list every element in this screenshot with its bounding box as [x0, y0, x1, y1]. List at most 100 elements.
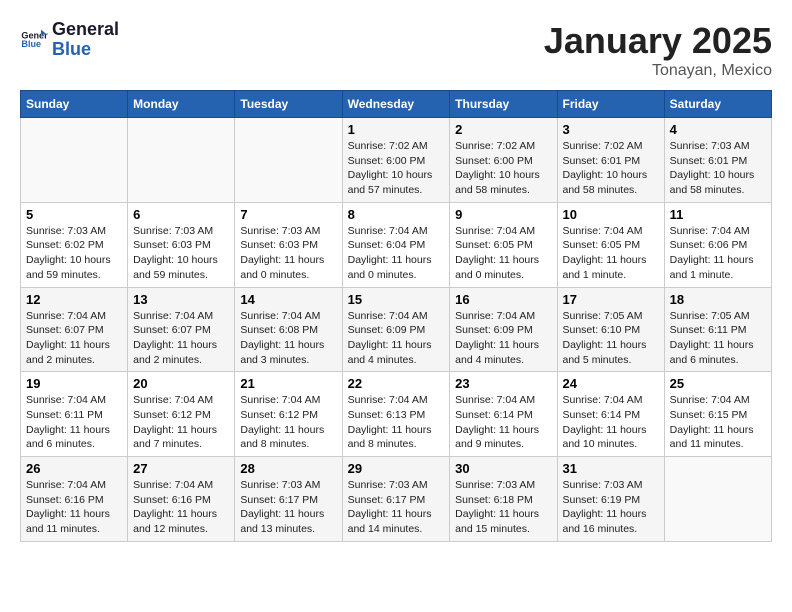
day-info: Sunrise: 7:03 AMSunset: 6:01 PMDaylight:…: [670, 139, 766, 198]
day-info: Sunrise: 7:04 AMSunset: 6:05 PMDaylight:…: [563, 224, 659, 283]
day-number: 5: [26, 207, 122, 222]
calendar-cell: 29Sunrise: 7:03 AMSunset: 6:17 PMDayligh…: [342, 457, 450, 542]
day-info: Sunrise: 7:04 AMSunset: 6:11 PMDaylight:…: [26, 393, 122, 452]
day-info: Sunrise: 7:04 AMSunset: 6:14 PMDaylight:…: [455, 393, 551, 452]
day-number: 9: [455, 207, 551, 222]
day-number: 22: [348, 376, 445, 391]
calendar-cell: 24 Sunrise: 7:04 AMSunset: 6:14 PMDayligh…: [557, 372, 664, 457]
calendar-cell: 6 Sunrise: 7:03 AMSunset: 6:03 PMDaylight…: [128, 202, 235, 287]
day-number: 18: [670, 292, 766, 307]
calendar-cell: 4 Sunrise: 7:03 AMSunset: 6:01 PMDaylight…: [664, 118, 771, 203]
calendar-cell: 13 Sunrise: 7:04 AMSunset: 6:07 PMDayligh…: [128, 287, 235, 372]
day-info: Sunrise: 7:04 AMSunset: 6:04 PMDaylight:…: [348, 224, 445, 283]
calendar-cell: 5 Sunrise: 7:03 AMSunset: 6:02 PMDaylight…: [21, 202, 128, 287]
day-info: Sunrise: 7:03 AMSunset: 6:02 PMDaylight:…: [26, 224, 122, 283]
day-info: Sunrise: 7:04 AMSunset: 6:14 PMDaylight:…: [563, 393, 659, 452]
calendar-cell: [21, 118, 128, 203]
day-number: 8: [348, 207, 445, 222]
day-info: Sunrise: 7:05 AMSunset: 6:11 PMDaylight:…: [670, 309, 766, 368]
calendar-cell: 21Sunrise: 7:04 AMSunset: 6:12 PMDayligh…: [235, 372, 342, 457]
day-info: Sunrise: 7:03 AMSunset: 6:03 PMDaylight:…: [133, 224, 229, 283]
day-number: 3: [563, 122, 659, 137]
calendar-week-row-3: 19Sunrise: 7:04 AMSunset: 6:11 PMDayligh…: [21, 372, 772, 457]
calendar-cell: 18 Sunrise: 7:05 AMSunset: 6:11 PMDayligh…: [664, 287, 771, 372]
day-info: Sunrise: 7:03 AMSunset: 6:18 PMDaylight:…: [455, 478, 551, 537]
day-info: Sunrise: 7:04 AMSunset: 6:09 PMDaylight:…: [455, 309, 551, 368]
day-info: Sunrise: 7:05 AMSunset: 6:10 PMDaylight:…: [563, 309, 659, 368]
calendar-cell: 30 Sunrise: 7:03 AMSunset: 6:18 PMDayligh…: [450, 457, 557, 542]
day-info: Sunrise: 7:02 AMSunset: 6:00 PMDaylight:…: [348, 139, 445, 198]
day-info: Sunrise: 7:04 AMSunset: 6:16 PMDaylight:…: [26, 478, 122, 537]
weekday-header-sunday: Sunday: [21, 91, 128, 118]
calendar-cell: 26 Sunrise: 7:04 AMSunset: 6:16 PMDayligh…: [21, 457, 128, 542]
day-info: Sunrise: 7:04 AMSunset: 6:07 PMDaylight:…: [26, 309, 122, 368]
day-info: Sunrise: 7:04 AMSunset: 6:12 PMDaylight:…: [240, 393, 336, 452]
calendar-cell: [235, 118, 342, 203]
weekday-header-thursday: Thursday: [450, 91, 557, 118]
calendar-cell: 10 Sunrise: 7:04 AMSunset: 6:05 PMDayligh…: [557, 202, 664, 287]
calendar-cell: 14Sunrise: 7:04 AMSunset: 6:08 PMDayligh…: [235, 287, 342, 372]
day-info: Sunrise: 7:04 AMSunset: 6:07 PMDaylight:…: [133, 309, 229, 368]
calendar-cell: 17 Sunrise: 7:05 AMSunset: 6:10 PMDayligh…: [557, 287, 664, 372]
location: Tonayan, Mexico: [544, 62, 772, 80]
day-number: 7: [240, 207, 336, 222]
day-number: 15: [348, 292, 445, 307]
weekday-header-monday: Monday: [128, 91, 235, 118]
day-number: 27: [133, 461, 229, 476]
calendar-cell: 31 Sunrise: 7:03 AMSunset: 6:19 PMDayligh…: [557, 457, 664, 542]
calendar-week-row-0: 1 Sunrise: 7:02 AMSunset: 6:00 PMDaylight…: [21, 118, 772, 203]
calendar-cell: 9 Sunrise: 7:04 AMSunset: 6:05 PMDaylight…: [450, 202, 557, 287]
weekday-header-saturday: Saturday: [664, 91, 771, 118]
day-info: Sunrise: 7:03 AMSunset: 6:17 PMDaylight:…: [348, 478, 445, 537]
day-number: 6: [133, 207, 229, 222]
calendar-cell: 7Sunrise: 7:03 AMSunset: 6:03 PMDaylight…: [235, 202, 342, 287]
logo-text-blue: Blue: [52, 40, 119, 60]
calendar-cell: 1 Sunrise: 7:02 AMSunset: 6:00 PMDaylight…: [342, 118, 450, 203]
day-number: 4: [670, 122, 766, 137]
day-info: Sunrise: 7:02 AMSunset: 6:00 PMDaylight:…: [455, 139, 551, 198]
calendar: SundayMondayTuesdayWednesdayThursdayFrid…: [20, 90, 772, 542]
calendar-cell: [128, 118, 235, 203]
day-info: Sunrise: 7:04 AMSunset: 6:16 PMDaylight:…: [133, 478, 229, 537]
calendar-cell: 20 Sunrise: 7:04 AMSunset: 6:12 PMDayligh…: [128, 372, 235, 457]
day-number: 25: [670, 376, 766, 391]
weekday-header-friday: Friday: [557, 91, 664, 118]
day-info: Sunrise: 7:04 AMSunset: 6:12 PMDaylight:…: [133, 393, 229, 452]
day-number: 20: [133, 376, 229, 391]
day-number: 17: [563, 292, 659, 307]
logo-icon: General Blue: [20, 26, 48, 54]
calendar-cell: 2Sunrise: 7:02 AMSunset: 6:00 PMDaylight…: [450, 118, 557, 203]
logo: General Blue General Blue: [20, 20, 119, 60]
day-number: 26: [26, 461, 122, 476]
calendar-cell: 11Sunrise: 7:04 AMSunset: 6:06 PMDayligh…: [664, 202, 771, 287]
calendar-cell: 16 Sunrise: 7:04 AMSunset: 6:09 PMDayligh…: [450, 287, 557, 372]
day-number: 16: [455, 292, 551, 307]
weekday-header-row: SundayMondayTuesdayWednesdayThursdayFrid…: [21, 91, 772, 118]
calendar-cell: 15Sunrise: 7:04 AMSunset: 6:09 PMDayligh…: [342, 287, 450, 372]
day-info: Sunrise: 7:04 AMSunset: 6:05 PMDaylight:…: [455, 224, 551, 283]
calendar-cell: 3 Sunrise: 7:02 AMSunset: 6:01 PMDaylight…: [557, 118, 664, 203]
day-number: 13: [133, 292, 229, 307]
day-number: 30: [455, 461, 551, 476]
header: General Blue General Blue January 2025 T…: [20, 20, 772, 80]
weekday-header-tuesday: Tuesday: [235, 91, 342, 118]
day-number: 28: [240, 461, 336, 476]
calendar-cell: 27 Sunrise: 7:04 AMSunset: 6:16 PMDayligh…: [128, 457, 235, 542]
calendar-cell: 23 Sunrise: 7:04 AMSunset: 6:14 PMDayligh…: [450, 372, 557, 457]
calendar-cell: 8 Sunrise: 7:04 AMSunset: 6:04 PMDaylight…: [342, 202, 450, 287]
day-info: Sunrise: 7:04 AMSunset: 6:15 PMDaylight:…: [670, 393, 766, 452]
calendar-cell: 22Sunrise: 7:04 AMSunset: 6:13 PMDayligh…: [342, 372, 450, 457]
day-info: Sunrise: 7:04 AMSunset: 6:06 PMDaylight:…: [670, 224, 766, 283]
month-title: January 2025: [544, 20, 772, 62]
day-info: Sunrise: 7:03 AMSunset: 6:17 PMDaylight:…: [240, 478, 336, 537]
day-info: Sunrise: 7:02 AMSunset: 6:01 PMDaylight:…: [563, 139, 659, 198]
day-info: Sunrise: 7:03 AMSunset: 6:19 PMDaylight:…: [563, 478, 659, 537]
calendar-cell: 12Sunrise: 7:04 AMSunset: 6:07 PMDayligh…: [21, 287, 128, 372]
day-number: 24: [563, 376, 659, 391]
day-number: 23: [455, 376, 551, 391]
calendar-cell: 28 Sunrise: 7:03 AMSunset: 6:17 PMDayligh…: [235, 457, 342, 542]
day-number: 31: [563, 461, 659, 476]
day-number: 1: [348, 122, 445, 137]
day-number: 10: [563, 207, 659, 222]
calendar-cell: [664, 457, 771, 542]
